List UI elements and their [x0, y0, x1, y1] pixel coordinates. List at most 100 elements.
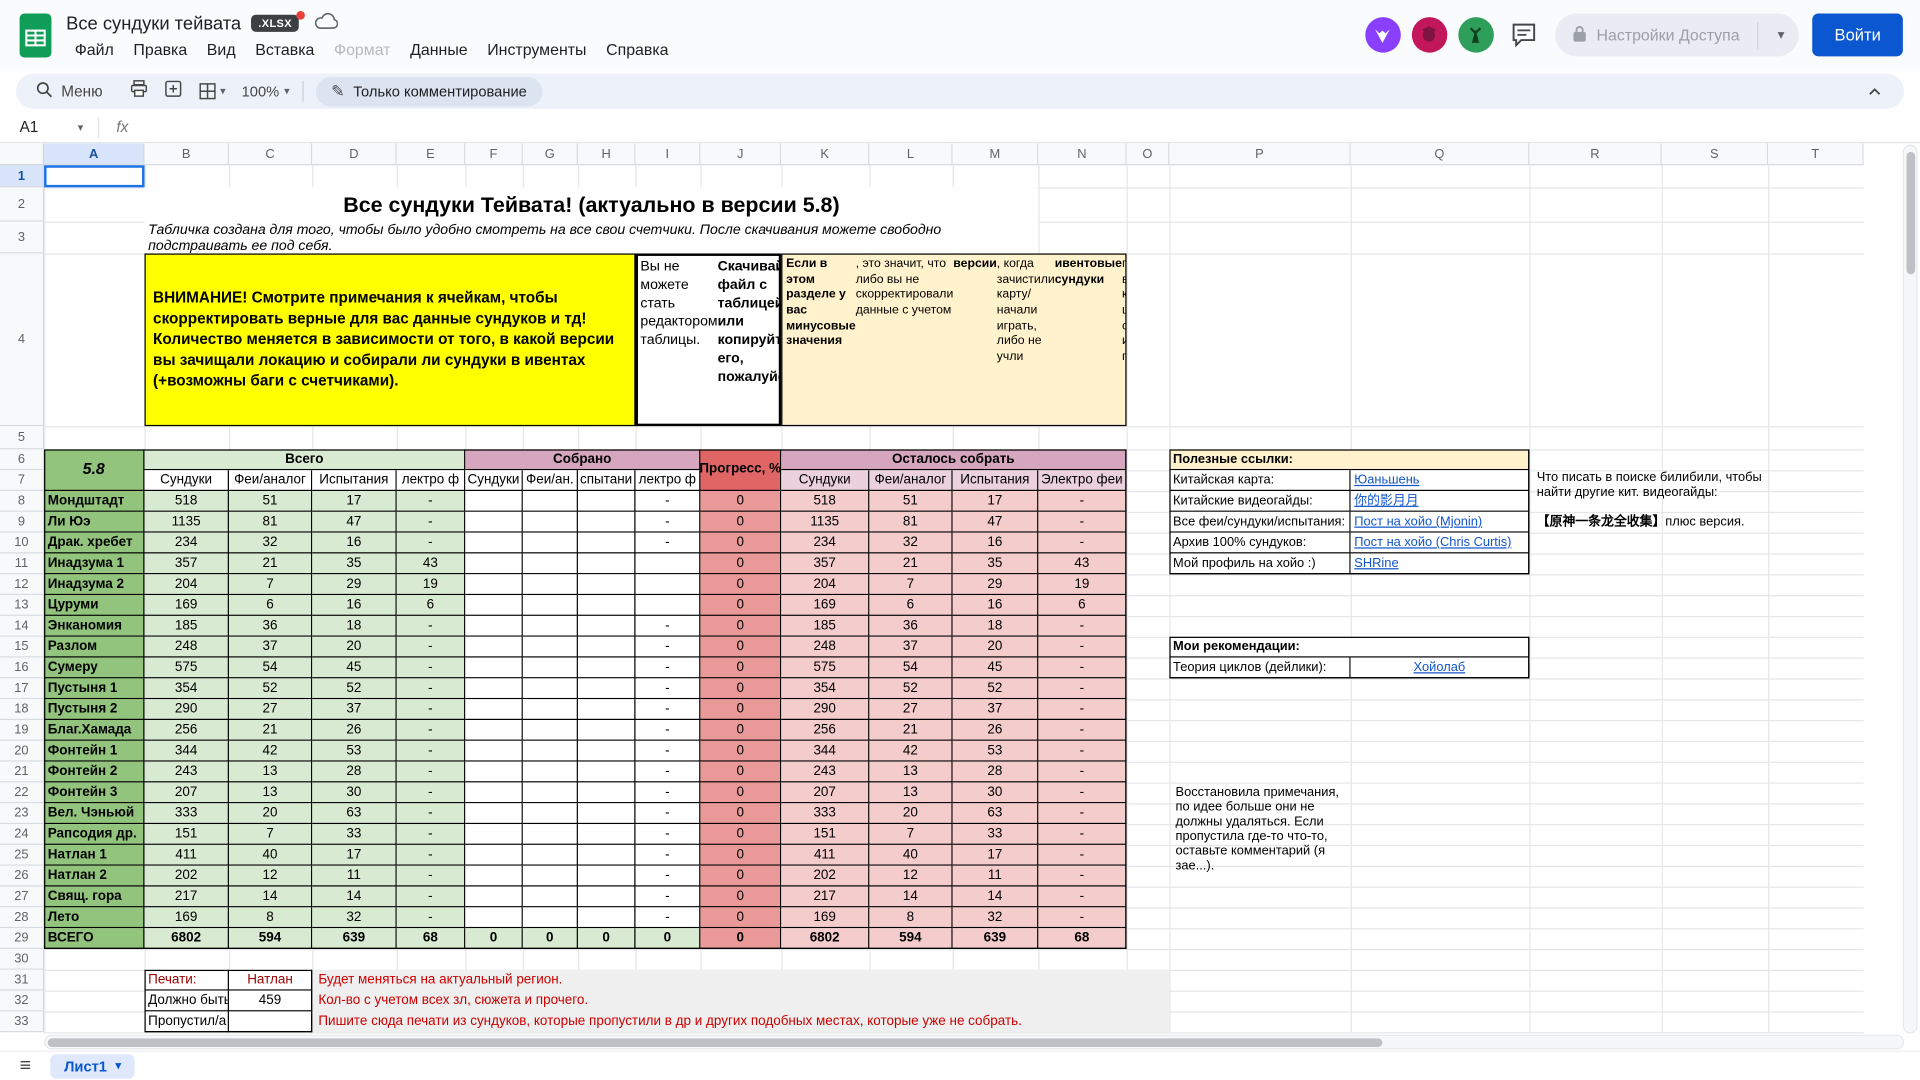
- table-cell[interactable]: 16: [953, 595, 1039, 616]
- table-cell[interactable]: 169: [144, 907, 228, 928]
- table-cell[interactable]: [523, 907, 578, 928]
- table-cell[interactable]: [465, 699, 523, 720]
- table-cell[interactable]: 256: [781, 720, 869, 741]
- table-cell[interactable]: 518: [781, 491, 869, 512]
- table-cell[interactable]: 6802: [144, 928, 228, 949]
- table-grid-icon[interactable]: ▾: [198, 82, 226, 100]
- table-cell[interactable]: 333: [144, 803, 228, 824]
- subheader[interactable]: Испытания: [312, 470, 396, 491]
- table-cell[interactable]: -: [1038, 845, 1126, 866]
- table-cell[interactable]: -: [636, 907, 701, 928]
- table-cell[interactable]: -: [397, 491, 466, 512]
- row-header-15[interactable]: 15: [0, 637, 44, 658]
- table-cell[interactable]: 0: [523, 928, 578, 949]
- links-box-title[interactable]: Полезные ссылки:: [1169, 449, 1529, 470]
- table-cell[interactable]: 7: [869, 824, 952, 845]
- table-cell[interactable]: -: [397, 637, 466, 658]
- row-header-8[interactable]: 8: [0, 491, 44, 512]
- table-cell[interactable]: 7: [229, 824, 312, 845]
- seal-label[interactable]: Должно быть: [144, 991, 228, 1012]
- name-box[interactable]: A1 ▾: [0, 119, 93, 136]
- table-cell[interactable]: -: [1038, 616, 1126, 637]
- table-cell[interactable]: 639: [953, 928, 1039, 949]
- region-cell[interactable]: Натлан 1: [44, 845, 144, 866]
- row-header-31[interactable]: 31: [0, 970, 44, 991]
- table-cell[interactable]: 45: [312, 658, 396, 679]
- column-header-D[interactable]: D: [312, 143, 396, 165]
- table-cell[interactable]: 29: [953, 574, 1039, 595]
- external-link[interactable]: 你的影月月: [1351, 491, 1530, 512]
- section-header-collected[interactable]: Собрано: [465, 449, 700, 470]
- table-cell[interactable]: 36: [869, 616, 952, 637]
- row-header-10[interactable]: 10: [0, 533, 44, 554]
- menu-Правка[interactable]: Правка: [125, 37, 196, 60]
- table-cell[interactable]: -: [397, 845, 466, 866]
- table-cell[interactable]: [465, 533, 523, 554]
- horizontal-scrollbar-thumb[interactable]: [48, 1038, 1383, 1047]
- section-header-remaining[interactable]: Осталось собрать: [781, 449, 1126, 470]
- subheader[interactable]: Сундуки: [465, 470, 523, 491]
- table-cell[interactable]: [465, 907, 523, 928]
- table-cell[interactable]: -: [397, 887, 466, 908]
- column-header-T[interactable]: T: [1768, 143, 1864, 165]
- table-cell[interactable]: 0: [700, 678, 781, 699]
- table-cell[interactable]: 54: [869, 658, 952, 679]
- table-cell[interactable]: [523, 782, 578, 803]
- table-cell[interactable]: 17: [312, 491, 396, 512]
- table-cell[interactable]: 42: [229, 741, 312, 762]
- region-cell[interactable]: Сумеру: [44, 658, 144, 679]
- table-cell[interactable]: -: [397, 824, 466, 845]
- menu-Файл[interactable]: Файл: [66, 37, 122, 60]
- table-cell[interactable]: 0: [700, 741, 781, 762]
- table-cell[interactable]: [523, 699, 578, 720]
- table-cell[interactable]: -: [397, 658, 466, 679]
- table-cell[interactable]: [523, 678, 578, 699]
- table-cell[interactable]: 43: [397, 553, 466, 574]
- column-header-M[interactable]: M: [953, 143, 1039, 165]
- column-header-B[interactable]: B: [144, 143, 228, 165]
- link-label[interactable]: Все феи/сундуки/испытания:: [1169, 512, 1350, 533]
- column-header-O[interactable]: O: [1127, 143, 1170, 165]
- link-label[interactable]: Китайская карта:: [1169, 470, 1350, 491]
- table-cell[interactable]: [578, 741, 636, 762]
- subheader[interactable]: Сундуки: [781, 470, 869, 491]
- row-header-24[interactable]: 24: [0, 824, 44, 845]
- table-cell[interactable]: 12: [229, 866, 312, 887]
- table-cell[interactable]: -: [636, 699, 701, 720]
- print-icon[interactable]: [130, 79, 148, 103]
- row-header-4[interactable]: 4: [0, 253, 44, 426]
- table-cell[interactable]: 0: [700, 887, 781, 908]
- zoom-select[interactable]: 100% ▾: [242, 83, 290, 100]
- table-cell[interactable]: [578, 907, 636, 928]
- table-cell[interactable]: 14: [312, 887, 396, 908]
- table-cell[interactable]: -: [1038, 803, 1126, 824]
- table-cell[interactable]: 16: [312, 595, 396, 616]
- region-cell[interactable]: Лето: [44, 907, 144, 928]
- seal-label[interactable]: Пропустил/а: [144, 1011, 228, 1032]
- table-cell[interactable]: -: [397, 741, 466, 762]
- table-cell[interactable]: -: [1038, 866, 1126, 887]
- table-cell[interactable]: 169: [781, 595, 869, 616]
- table-cell[interactable]: 21: [229, 553, 312, 574]
- subheader[interactable]: Электро феи: [1038, 470, 1126, 491]
- table-cell[interactable]: -: [1038, 491, 1126, 512]
- table-cell[interactable]: [465, 887, 523, 908]
- table-cell[interactable]: 594: [869, 928, 952, 949]
- table-cell[interactable]: 0: [700, 907, 781, 928]
- table-cell[interactable]: -: [397, 678, 466, 699]
- table-cell[interactable]: [523, 512, 578, 533]
- table-cell[interactable]: [523, 616, 578, 637]
- menu-Справка[interactable]: Справка: [598, 37, 678, 60]
- table-cell[interactable]: 30: [953, 782, 1039, 803]
- table-cell[interactable]: 52: [312, 678, 396, 699]
- table-cell[interactable]: 0: [700, 553, 781, 574]
- region-cell[interactable]: Благ.Хамада: [44, 720, 144, 741]
- table-cell[interactable]: 20: [869, 803, 952, 824]
- table-cell[interactable]: [578, 553, 636, 574]
- column-header-G[interactable]: G: [523, 143, 578, 165]
- table-cell[interactable]: [465, 616, 523, 637]
- table-cell[interactable]: -: [636, 762, 701, 783]
- subheader[interactable]: Феи/аналог: [869, 470, 952, 491]
- column-header-H[interactable]: H: [578, 143, 636, 165]
- table-cell[interactable]: 13: [869, 762, 952, 783]
